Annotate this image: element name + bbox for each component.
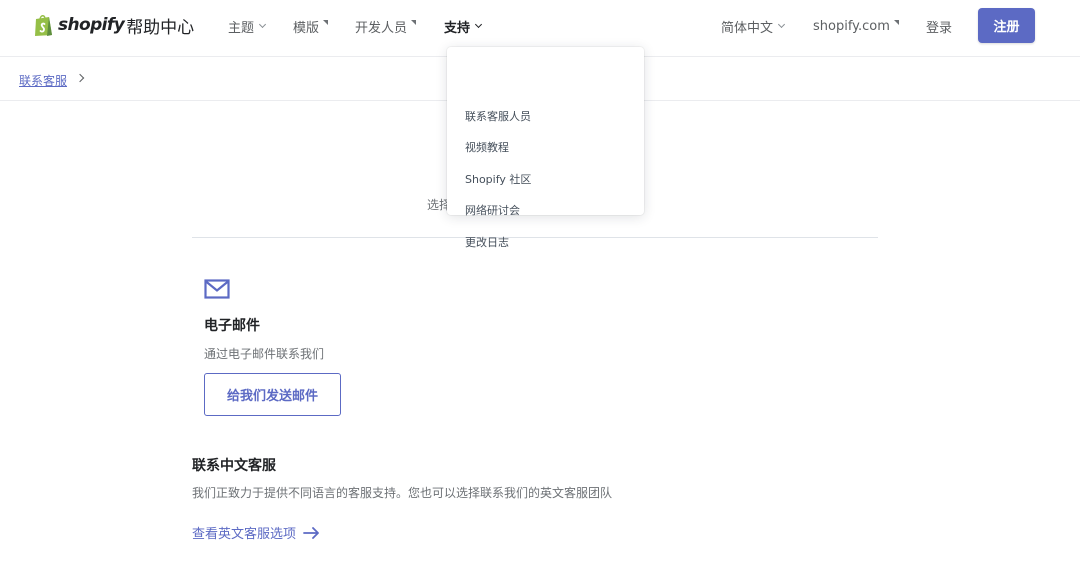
nav-templates[interactable]: 模版 — [293, 16, 329, 36]
email-section-description: 通过电子邮件联系我们 — [204, 347, 325, 361]
menu-item-webinars[interactable]: 网络研讨会 — [465, 202, 520, 218]
external-link-icon — [893, 20, 899, 25]
logo-wordmark: shopify — [58, 15, 125, 35]
support-dropdown-menu: 联系客服人员 视频教程 Shopify 社区 网络研讨会 更改日志 — [447, 47, 644, 249]
site-label: shopify.com — [813, 18, 890, 34]
envelope-icon — [204, 279, 230, 299]
menu-item-community[interactable]: Shopify 社区 — [465, 171, 531, 187]
nav-templates-label: 模版 — [293, 20, 320, 36]
send-email-button[interactable]: 给我们发送邮件 — [204, 373, 341, 416]
chevron-down-icon — [258, 20, 267, 29]
breadcrumb-link-contact[interactable]: 联系客服 — [19, 72, 67, 89]
menu-item-contact-support[interactable]: 联系客服人员 — [465, 108, 531, 124]
section-divider — [192, 237, 878, 238]
language-selector[interactable]: 简体中文 — [721, 16, 786, 36]
shopify-bag-icon — [35, 15, 52, 36]
login-label: 登录 — [926, 20, 953, 36]
english-support-link-label: 查看英文客服选项 — [192, 527, 297, 542]
language-label: 简体中文 — [721, 20, 774, 36]
chevron-down-icon — [777, 20, 786, 29]
login-link[interactable]: 登录 — [926, 16, 952, 36]
chevron-down-icon — [474, 20, 483, 29]
menu-item-changelog[interactable]: 更改日志 — [465, 234, 509, 250]
nav-support-label: 支持 — [444, 20, 471, 36]
shopify-logo[interactable]: shopify 帮助中心 — [33, 12, 194, 38]
nav-themes-label: 主题 — [228, 20, 255, 36]
chevron-right-icon — [75, 73, 85, 83]
nav-support[interactable]: 支持 — [444, 16, 483, 36]
english-support-options-link[interactable]: 查看英文客服选项 — [192, 523, 320, 542]
external-link-icon — [323, 20, 329, 25]
nav-developers-label: 开发人员 — [355, 20, 408, 36]
email-section-title: 电子邮件 — [204, 318, 260, 334]
logo-subtitle: 帮助中心 — [126, 17, 195, 38]
chinese-support-description: 我们正致力于提供不同语言的客服支持。您也可以选择联系我们的英文客服团队 — [192, 486, 613, 500]
signup-button[interactable]: 注册 — [978, 8, 1035, 43]
arrow-right-icon — [303, 526, 319, 539]
nav-themes[interactable]: 主题 — [228, 16, 267, 36]
nav-developers[interactable]: 开发人员 — [355, 16, 417, 36]
external-link-icon — [411, 20, 417, 25]
menu-item-video-tutorials[interactable]: 视频教程 — [465, 139, 509, 155]
chinese-support-title: 联系中文客服 — [192, 458, 276, 474]
shopify-site-link[interactable]: shopify.com — [813, 16, 899, 36]
